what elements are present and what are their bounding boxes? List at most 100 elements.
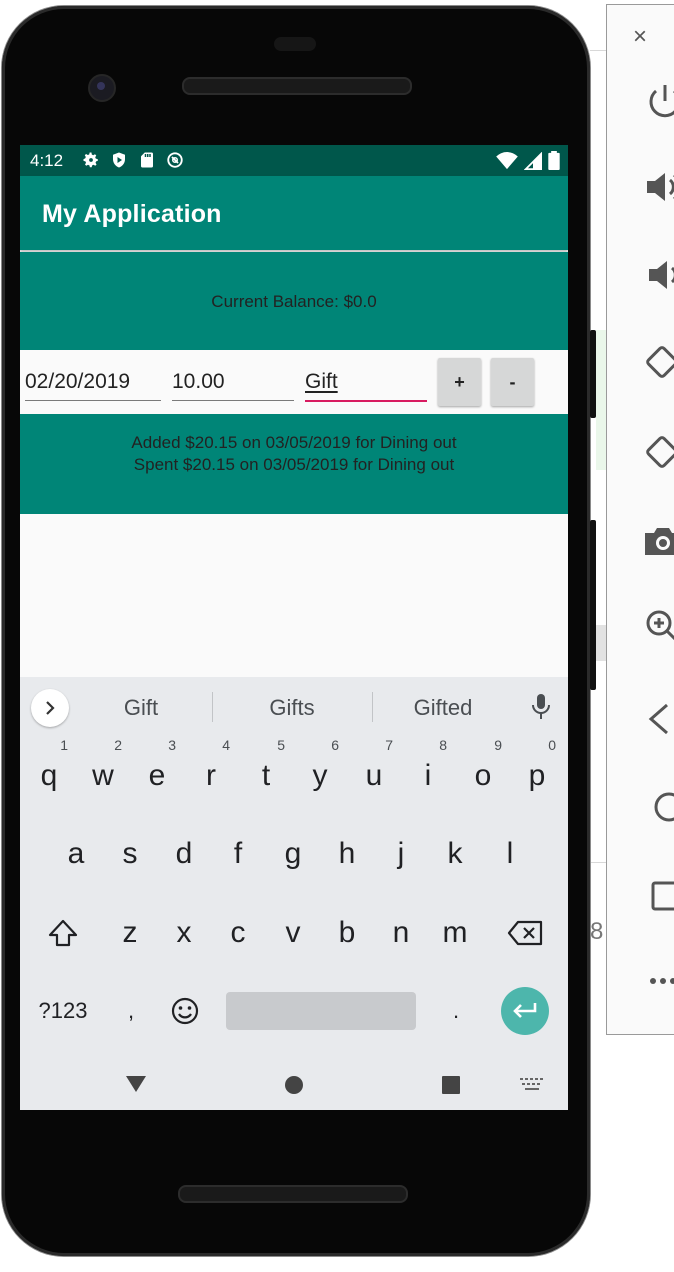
suggestion-item[interactable]: Gifted bbox=[383, 695, 503, 721]
background-divider bbox=[590, 50, 606, 51]
backspace-key[interactable] bbox=[500, 903, 550, 963]
home-nav-icon[interactable] bbox=[284, 1075, 304, 1095]
status-bar: 4:12 bbox=[20, 145, 568, 176]
close-button[interactable]: × bbox=[633, 23, 647, 51]
key-w[interactable]: w2 bbox=[78, 738, 128, 806]
add-button[interactable]: + bbox=[438, 358, 481, 406]
app-title: My Application bbox=[42, 200, 222, 228]
key-o[interactable]: o9 bbox=[458, 738, 508, 806]
keyboard: q1 w2 e3 r4 t5 y6 u7 i8 o9 p0 a s d f g … bbox=[20, 736, 568, 1054]
key-m[interactable]: m bbox=[430, 903, 480, 963]
background-divider bbox=[590, 862, 606, 863]
key-hint: 0 bbox=[548, 737, 556, 753]
key-e[interactable]: e3 bbox=[132, 738, 182, 806]
key-a[interactable]: a bbox=[51, 824, 101, 884]
bottom-speaker bbox=[178, 1185, 408, 1203]
comma-key[interactable]: , bbox=[106, 981, 156, 1041]
status-time: 4:12 bbox=[30, 151, 64, 170]
key-q[interactable]: q1 bbox=[24, 738, 74, 806]
keyboard-switch-icon[interactable] bbox=[520, 1078, 544, 1092]
suggestion-divider bbox=[212, 692, 213, 722]
key-u[interactable]: u7 bbox=[349, 738, 399, 806]
key-hint: 8 bbox=[439, 737, 447, 753]
category-field[interactable]: Gift bbox=[305, 364, 427, 402]
home-icon[interactable] bbox=[643, 787, 674, 827]
date-field[interactable]: 02/20/2019 bbox=[25, 364, 161, 401]
key-j[interactable]: j bbox=[376, 824, 426, 884]
rotate-right-icon[interactable] bbox=[643, 433, 674, 473]
microphone-icon[interactable] bbox=[530, 693, 552, 721]
shift-key[interactable] bbox=[38, 903, 88, 963]
history-panel: Added $20.15 on 03/05/2019 for Dining ou… bbox=[20, 414, 568, 514]
volume-up-icon[interactable] bbox=[643, 167, 674, 207]
signal-icon bbox=[524, 151, 542, 170]
key-c[interactable]: c bbox=[213, 903, 263, 963]
overview-icon[interactable] bbox=[643, 875, 674, 915]
sd-card-icon bbox=[141, 152, 153, 168]
suggestion-item[interactable]: Gift bbox=[81, 695, 201, 721]
background-text: 8 bbox=[590, 918, 604, 945]
keyboard-suggestion-bar: Gift Gifts Gifted bbox=[20, 677, 568, 736]
key-r[interactable]: r4 bbox=[186, 738, 236, 806]
phone-screen: 4:12 My Application Current Balance: $0.… bbox=[20, 145, 568, 1110]
shield-play-icon bbox=[113, 152, 125, 168]
key-hint: 2 bbox=[114, 737, 122, 753]
back-icon[interactable] bbox=[643, 699, 674, 739]
key-g[interactable]: g bbox=[268, 824, 318, 884]
suggestion-divider bbox=[372, 692, 373, 722]
key-hint: 3 bbox=[168, 737, 176, 753]
front-camera bbox=[88, 74, 116, 102]
volume-down-icon[interactable] bbox=[643, 255, 674, 295]
key-l[interactable]: l bbox=[485, 824, 535, 884]
suggestion-item[interactable]: Gifts bbox=[232, 695, 352, 721]
key-hint: 6 bbox=[331, 737, 339, 753]
key-hint: 9 bbox=[494, 737, 502, 753]
zoom-icon[interactable] bbox=[643, 607, 674, 647]
chevron-right-icon bbox=[46, 701, 55, 715]
recents-nav-icon[interactable] bbox=[441, 1075, 461, 1095]
key-s[interactable]: s bbox=[105, 824, 155, 884]
emoji-key[interactable] bbox=[160, 981, 210, 1041]
key-label: u bbox=[365, 759, 383, 792]
key-hint: 4 bbox=[222, 737, 230, 753]
key-label: o bbox=[474, 759, 492, 792]
power-side-button bbox=[590, 330, 596, 418]
volume-side-button bbox=[590, 520, 596, 690]
back-nav-icon[interactable] bbox=[125, 1075, 147, 1093]
key-label: i bbox=[424, 759, 432, 792]
key-label: q bbox=[40, 759, 58, 792]
key-f[interactable]: f bbox=[213, 824, 263, 884]
more-icon[interactable] bbox=[643, 961, 674, 1001]
keyboard-expand-button[interactable] bbox=[31, 689, 69, 727]
key-i[interactable]: i8 bbox=[403, 738, 453, 806]
symbols-key[interactable]: ?123 bbox=[32, 981, 94, 1041]
key-y[interactable]: y6 bbox=[295, 738, 345, 806]
key-t[interactable]: t5 bbox=[241, 738, 291, 806]
key-h[interactable]: h bbox=[322, 824, 372, 884]
amount-field[interactable]: 10.00 bbox=[172, 364, 294, 401]
key-k[interactable]: k bbox=[430, 824, 480, 884]
enter-key[interactable] bbox=[501, 987, 549, 1035]
key-p[interactable]: p0 bbox=[512, 738, 562, 806]
shift-icon bbox=[48, 919, 78, 947]
subtract-button[interactable]: - bbox=[491, 358, 534, 406]
key-v[interactable]: v bbox=[268, 903, 318, 963]
camera-icon[interactable] bbox=[643, 521, 674, 561]
earpiece-speaker bbox=[182, 77, 412, 95]
transaction-form: 02/20/2019 10.00 Gift + - bbox=[20, 350, 568, 414]
rotate-left-icon[interactable] bbox=[643, 343, 674, 383]
key-n[interactable]: n bbox=[376, 903, 426, 963]
key-label: y bbox=[312, 759, 328, 792]
power-icon[interactable] bbox=[643, 81, 674, 121]
key-x[interactable]: x bbox=[159, 903, 209, 963]
battery-icon bbox=[548, 151, 560, 170]
settings-icon bbox=[83, 152, 98, 168]
balance-panel: Current Balance: $0.0 bbox=[20, 252, 568, 350]
wifi-icon bbox=[496, 151, 518, 169]
key-z[interactable]: z bbox=[105, 903, 155, 963]
key-hint: 7 bbox=[385, 737, 393, 753]
key-d[interactable]: d bbox=[159, 824, 209, 884]
period-key[interactable]: . bbox=[431, 981, 481, 1041]
key-b[interactable]: b bbox=[322, 903, 372, 963]
space-key[interactable] bbox=[226, 992, 416, 1030]
